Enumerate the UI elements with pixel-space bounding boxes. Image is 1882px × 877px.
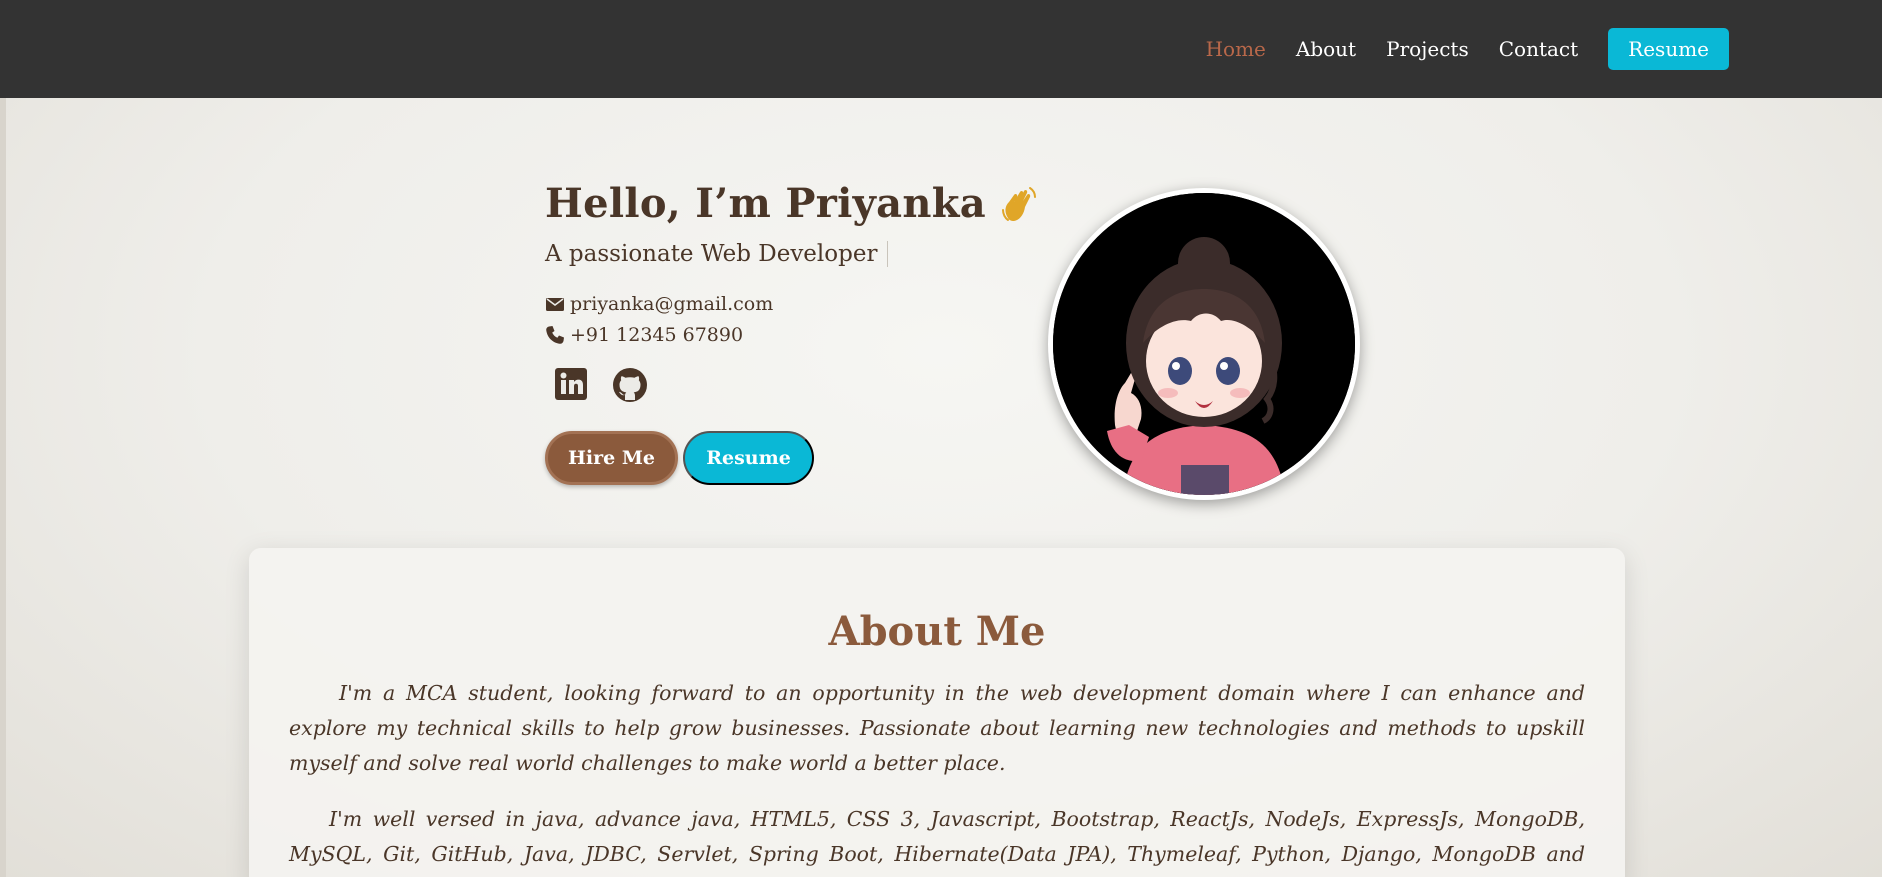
typing-cursor	[887, 241, 889, 267]
resume-button[interactable]: Resume	[683, 431, 814, 485]
hero-section: Hello, I’m Priyanka A passionate Web Dev…	[545, 180, 1045, 485]
nav-link-projects[interactable]: Projects	[1386, 37, 1469, 61]
hero-title: Hello, I’m Priyanka	[545, 180, 1045, 227]
social-links	[553, 366, 1045, 404]
about-title: About Me	[828, 608, 1046, 655]
navbar: Home About Projects Contact Resume	[0, 0, 1882, 98]
nav-resume-button[interactable]: Resume	[1608, 28, 1729, 70]
avatar-image	[1053, 193, 1355, 495]
about-paragraph-1: I'm a MCA student, looking forward to an…	[289, 681, 1585, 775]
github-icon[interactable]	[611, 366, 649, 404]
nav-link-contact[interactable]: Contact	[1499, 37, 1578, 61]
hero-subtitle-text: A passionate Web Developer	[545, 241, 878, 267]
email-row: priyanka@gmail.com	[545, 293, 1045, 315]
about-paragraph-2: I'm well versed in java, advance java, H…	[289, 807, 1585, 866]
phone-icon	[545, 325, 565, 345]
nav-link-about[interactable]: About	[1296, 37, 1356, 61]
phone-text[interactable]: +91 12345 67890	[570, 324, 743, 346]
linkedin-icon[interactable]	[553, 366, 591, 404]
email-text[interactable]: priyanka@gmail.com	[570, 293, 773, 315]
waving-hand-icon	[1000, 184, 1038, 224]
hero-buttons: Hire Me Resume	[545, 431, 1045, 485]
envelope-icon	[545, 294, 565, 314]
hero-title-text: Hello, I’m Priyanka	[545, 180, 986, 227]
nav-link-home[interactable]: Home	[1206, 37, 1266, 61]
phone-row: +91 12345 67890	[545, 324, 1045, 346]
avatar	[1048, 188, 1360, 500]
hero-subtitle: A passionate Web Developer	[545, 241, 1045, 267]
hire-me-button[interactable]: Hire Me	[545, 431, 678, 485]
about-section: About Me I'm a MCA student, looking forw…	[249, 548, 1625, 877]
